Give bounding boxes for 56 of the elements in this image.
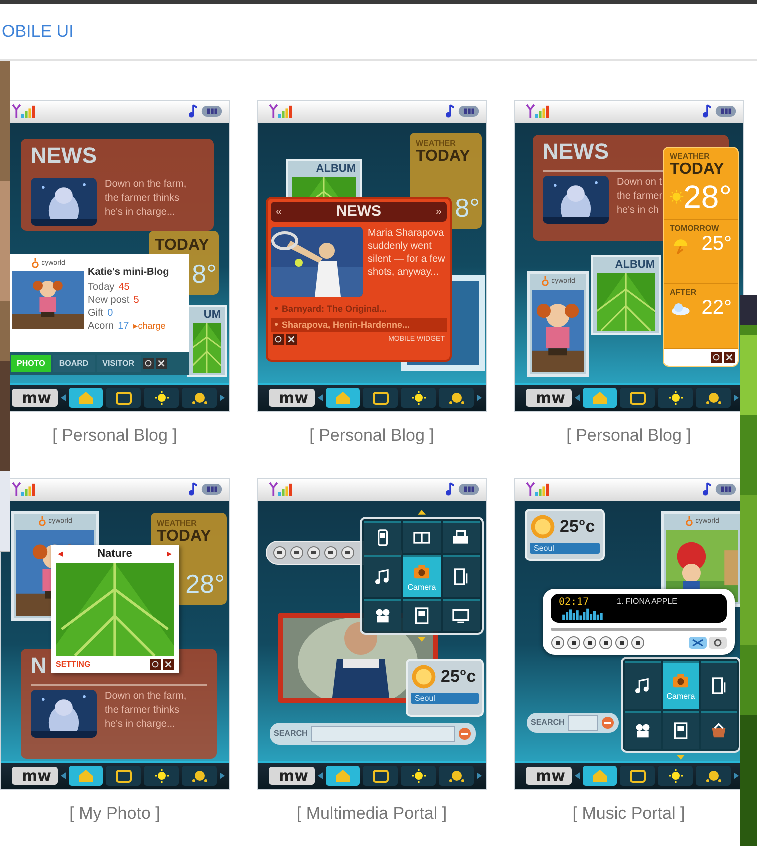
stat-value: 17 — [118, 320, 130, 333]
stat-value: 5 — [134, 294, 140, 307]
widget-title: NEWS — [31, 144, 97, 168]
screenshot-caption: [ Multimedia Portal ] — [296, 804, 448, 824]
stat-label: Acorn — [88, 320, 114, 333]
news-text: Down on t — [617, 176, 663, 190]
stat-label: New post — [88, 294, 130, 307]
temperature: 25°c — [441, 666, 476, 687]
widget-title: N — [31, 654, 47, 678]
widget-title: TODAY — [155, 236, 210, 255]
widget-label: WEATHER — [416, 138, 456, 148]
news-text: Down on the farm, — [105, 690, 187, 704]
widget-title: TODAY — [157, 528, 212, 546]
widget-title: ALBUM — [615, 258, 655, 271]
temperature: 28° — [684, 178, 732, 215]
widget-label: WEATHER — [670, 152, 710, 161]
widget-title: NEWS — [543, 140, 609, 164]
news-text: he's in charge... — [105, 718, 176, 732]
news-text: he's in charge... — [105, 206, 176, 220]
news-text: the farmer thinks — [105, 704, 180, 718]
track-time: 02:17 — [559, 596, 590, 608]
news-text: Maria Sharapova suddenly went silent — for a few shots, anyway... — [368, 226, 446, 280]
widget-label: WEATHER — [157, 518, 197, 528]
stat-label: Gift — [88, 306, 104, 320]
blog-name: Katie's mini-Blog — [88, 266, 170, 279]
news-text: he's in ch — [617, 204, 660, 218]
search-label: SEARCH — [531, 718, 565, 728]
city-label: Seoul — [530, 542, 600, 554]
temperature: 28° — [186, 568, 225, 599]
city-label: Seoul — [411, 692, 479, 704]
widget-title: TODAY — [416, 148, 470, 166]
news-text: the farmer — [617, 190, 663, 204]
screenshot-caption: [ Personal Blog ] — [566, 426, 692, 446]
screenshot-caption: [ Personal Blog ] — [310, 426, 434, 446]
stat-label: Today — [88, 280, 115, 294]
stat-value: 0 — [108, 306, 114, 320]
temperature: 8° — [455, 192, 480, 223]
headline-text: Sharapova, Henin-Hardenne... — [282, 320, 410, 330]
temperature: 25°c — [560, 516, 596, 537]
widget-title: ALBUM — [316, 162, 356, 175]
widget-title: Nature — [96, 548, 134, 560]
forecast-label: TOMORROW — [670, 224, 720, 233]
screenshot-caption: [ My Photo ] — [70, 804, 160, 824]
headline-text: Barnyard: The Original... — [282, 304, 388, 314]
temperature: 22° — [702, 297, 732, 320]
temperature: 8° — [192, 258, 217, 289]
widget-title: TODAY — [670, 160, 724, 179]
forecast-label: AFTER — [670, 288, 697, 298]
screenshot-caption: [ Personal Blog ] — [52, 426, 178, 446]
news-text: Down on the farm, — [105, 178, 187, 192]
widget-title: UM — [204, 308, 221, 321]
news-text: the farmer thinks — [105, 192, 180, 206]
screenshot-caption: [ Music Portal ] — [572, 804, 686, 824]
stat-value: 45 — [118, 280, 130, 294]
search-label: SEARCH — [274, 729, 308, 738]
page-title: OBILE UI — [1, 22, 74, 42]
